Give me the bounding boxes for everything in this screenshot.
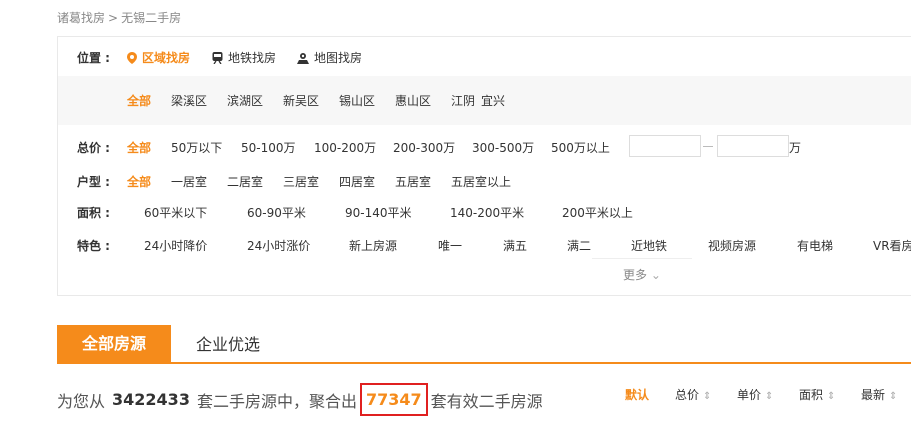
price-50-100[interactable]: 50-100万: [241, 139, 296, 156]
breadcrumb-separator: >: [108, 11, 119, 25]
district-xishan[interactable]: 锡山区: [339, 92, 375, 109]
sort-arrows-icon: ⇕: [827, 391, 836, 402]
price-min-input[interactable]: [629, 135, 701, 157]
price-max-input[interactable]: [717, 135, 789, 157]
breadcrumb-home[interactable]: 诸葛找房: [57, 11, 105, 25]
sort-area[interactable]: 面积 ⇕: [799, 386, 835, 403]
summary-total: 3422433: [112, 390, 190, 409]
price-label: 总价 :: [77, 141, 110, 155]
feature-new-listing[interactable]: 新上房源: [349, 237, 397, 254]
map-icon: [297, 52, 309, 64]
feature-24h-price-rise[interactable]: 24小时涨价: [247, 237, 310, 254]
sort-default[interactable]: 默认: [625, 386, 649, 403]
district-binhu[interactable]: 滨湖区: [227, 92, 263, 109]
chevron-down-icon: ⌄: [650, 268, 661, 282]
feature-label: 特色 :: [77, 239, 110, 253]
sort-newest[interactable]: 最新 ⇕: [861, 386, 897, 403]
layout-1room[interactable]: 一居室: [171, 173, 207, 190]
area-140-200[interactable]: 140-200平米: [450, 204, 524, 221]
price-all[interactable]: 全部: [127, 139, 151, 156]
tab-subway-search-label: 地铁找房: [228, 51, 277, 65]
district-huishan[interactable]: 惠山区: [395, 92, 431, 109]
tab-all-listings[interactable]: 全部房源: [57, 325, 171, 362]
filter-panel: [57, 36, 911, 296]
price-100-200[interactable]: 100-200万: [314, 139, 376, 156]
tab-map-search[interactable]: 地图找房: [297, 49, 362, 66]
feature-video[interactable]: 视频房源: [708, 237, 756, 254]
subway-icon: [212, 51, 223, 64]
area-60-90[interactable]: 60-90平米: [247, 204, 306, 221]
price-200-300[interactable]: 200-300万: [393, 139, 455, 156]
tab-area-search-label: 区域找房: [142, 51, 191, 65]
price-under-50[interactable]: 50万以下: [171, 139, 222, 156]
area-label: 面积 :: [77, 206, 110, 220]
feature-vr[interactable]: VR看房: [873, 237, 911, 254]
layout-5room-plus[interactable]: 五居室以上: [451, 173, 511, 190]
feature-elevator[interactable]: 有电梯: [797, 237, 833, 254]
sort-arrows-icon: ⇕: [765, 391, 774, 402]
location-label: 位置 :: [77, 51, 110, 65]
sort-total-price-label: 总价: [675, 388, 700, 402]
area-90-140[interactable]: 90-140平米: [345, 204, 412, 221]
breadcrumb-current: 无锡二手房: [121, 11, 182, 25]
sort-unit-price-label: 单价: [737, 388, 762, 402]
layout-2room[interactable]: 二居室: [227, 173, 263, 190]
district-yixing[interactable]: 宜兴: [481, 92, 505, 109]
sort-unit-price[interactable]: 单价 ⇕: [737, 386, 773, 403]
more-divider: [592, 258, 692, 259]
layout-4room[interactable]: 四居室: [339, 173, 375, 190]
price-300-500[interactable]: 300-500万: [472, 139, 534, 156]
feature-two-years[interactable]: 满二: [567, 237, 591, 254]
price-unit: 万: [789, 141, 802, 155]
tab-area-search[interactable]: 区域找房: [127, 49, 190, 66]
feature-five-years[interactable]: 满五: [503, 237, 527, 254]
feature-near-subway[interactable]: 近地铁: [631, 237, 667, 254]
sort-arrows-icon: ⇕: [889, 391, 898, 402]
price-range-dash: [703, 146, 713, 147]
feature-unique[interactable]: 唯一: [438, 237, 462, 254]
area-over-200[interactable]: 200平米以上: [562, 204, 633, 221]
sort-newest-label: 最新: [861, 388, 886, 402]
listing-tabs: 全部房源 企业优选: [57, 325, 911, 364]
layout-5room[interactable]: 五居室: [395, 173, 431, 190]
tab-subway-search[interactable]: 地铁找房: [212, 49, 276, 66]
sort-area-label: 面积: [799, 388, 824, 402]
layout-label: 户型 :: [77, 175, 110, 189]
summary-prefix: 为您从: [57, 391, 106, 411]
location-pin-icon: [127, 51, 137, 64]
district-jiangyin[interactable]: 江阴: [451, 92, 475, 109]
breadcrumb: 诸葛找房 > 无锡二手房: [57, 9, 181, 26]
layout-all[interactable]: 全部: [127, 173, 151, 190]
sort-arrows-icon: ⇕: [703, 391, 712, 402]
result-summary: 为您从 3422433 套二手房源中，聚合出 77347 套有效二手房源: [57, 383, 543, 416]
more-toggle[interactable]: 更多 ⌄: [592, 266, 692, 283]
tab-enterprise[interactable]: 企业优选: [196, 325, 260, 362]
tab-map-search-label: 地图找房: [314, 51, 363, 65]
summary-count: 77347: [359, 383, 428, 416]
sort-total-price[interactable]: 总价 ⇕: [675, 386, 711, 403]
area-under-60[interactable]: 60平米以下: [144, 204, 207, 221]
feature-24h-price-drop[interactable]: 24小时降价: [144, 237, 207, 254]
district-liangxi[interactable]: 梁溪区: [171, 92, 207, 109]
district-all[interactable]: 全部: [127, 92, 151, 109]
summary-mid: 套二手房源中，聚合出: [196, 391, 357, 411]
district-xinwu[interactable]: 新吴区: [283, 92, 319, 109]
more-label: 更多: [623, 268, 648, 282]
layout-3room[interactable]: 三居室: [283, 173, 319, 190]
summary-suffix: 套有效二手房源: [430, 391, 543, 411]
price-over-500[interactable]: 500万以上: [551, 139, 610, 156]
